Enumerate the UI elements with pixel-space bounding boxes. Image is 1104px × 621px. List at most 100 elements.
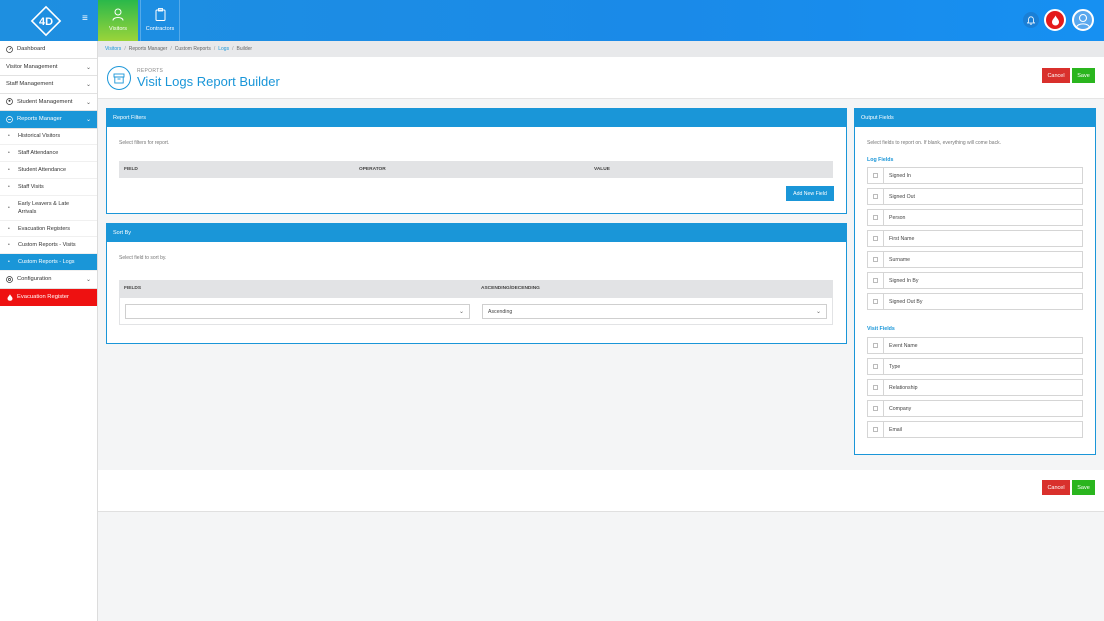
output-field-row: First Name [867,230,1083,247]
flame-icon [1051,15,1059,25]
output-field-label: Email [883,421,1083,438]
output-field-row: Type [867,358,1083,375]
output-field-row: Person [867,209,1083,226]
output-fields-hint: Select fields to report on. If blank, ev… [867,140,1001,146]
column-header-order: ASCENDING/DECENDING [481,286,540,291]
output-field-checkbox[interactable] [867,400,884,417]
sidebar-item-staff-management[interactable]: Staff Management ⌄ [0,76,97,94]
sort-order-select[interactable]: Ascending ⌄ [482,304,827,319]
breadcrumb-builder: Builder [236,46,253,52]
sidebar-subitem-student-attendance[interactable]: Student Attendance [0,162,97,179]
sort-table-header: FIELDS ASCENDING/DECENDING [119,280,833,297]
checkbox-icon [873,278,878,283]
sidebar-item-reports-manager[interactable]: Reports Manager ⌄ [0,111,97,129]
report-filters-hint: Select filters for report. [119,140,170,146]
breadcrumb-visitors[interactable]: Visitors [105,46,121,52]
top-bar: 4D ≡ Visitors Contractors [0,0,1104,41]
checkbox-icon [873,173,878,178]
chevron-down-icon: ⌄ [85,82,91,88]
sidebar-item-label: Evacuation Register [17,294,69,301]
output-field-checkbox[interactable] [867,293,884,310]
sort-field-select[interactable]: ⌄ [125,304,470,319]
tab-contractors[interactable]: Contractors [140,0,180,41]
footer-save-button[interactable]: Save [1072,480,1095,495]
output-field-checkbox[interactable] [867,421,884,438]
output-field-row: Signed Out [867,188,1083,205]
output-fields-title: Output Fields [855,109,1095,127]
sort-order-value: Ascending [488,308,513,315]
student-icon [6,98,13,106]
sidebar-item-visitor-management[interactable]: Visitor Management ⌄ [0,59,97,76]
breadcrumb-logs[interactable]: Logs [218,46,229,52]
checkbox-icon [873,343,878,348]
output-field-label: Type [883,358,1083,375]
output-field-label: First Name [883,230,1083,247]
sort-by-title: Sort By [107,224,846,242]
output-field-checkbox[interactable] [867,209,884,226]
evacuation-alert-button[interactable] [1044,9,1066,31]
menu-toggle-icon[interactable]: ≡ [82,14,88,24]
sidebar-item-configuration[interactable]: Configuration ⌄ [0,271,97,289]
user-avatar[interactable] [1072,9,1094,31]
output-field-label: Company [883,400,1083,417]
sidebar-subitem-staff-visits[interactable]: Staff Visits [0,179,97,196]
tab-visitors[interactable]: Visitors [98,0,138,41]
gear-icon [6,275,13,283]
checkbox-icon [873,385,878,390]
footer-cancel-button[interactable]: Cancel [1042,480,1070,495]
sidebar-subitem-label: Student Attendance [18,166,67,173]
sidebar-subitem-custom-reports-logs[interactable]: Custom Reports - Logs [0,254,97,272]
column-header-fields: FIELDS [124,286,142,291]
dashboard-icon [6,45,13,53]
sidebar-subitem-label: Custom Reports - Logs [18,259,75,266]
sidebar-subitem-label: Early Leavers & Late Arrivals [18,201,70,216]
page-bottom [98,512,1104,621]
bell-icon [1027,15,1035,25]
sidebar-subitem-early-leavers[interactable]: Early Leavers & Late Arrivals [0,196,97,221]
breadcrumb: Visitors / Reports Manager / Custom Repo… [98,41,1104,57]
output-field-checkbox[interactable] [867,251,884,268]
app-logo[interactable]: 4D [30,5,62,37]
sidebar-subitem-historical-visitors[interactable]: Historical Visitors [0,129,97,146]
sidebar-item-student-management[interactable]: Student Management ⌄ [0,94,97,111]
column-header-value: VALUE [594,167,610,172]
save-button[interactable]: Save [1072,68,1095,83]
checkbox-icon [873,257,878,262]
sidebar-subitem-staff-attendance[interactable]: Staff Attendance [0,145,97,163]
sidebar-item-label: Dashboard [17,46,46,53]
cancel-button[interactable]: Cancel [1042,68,1070,83]
output-field-checkbox[interactable] [867,337,884,354]
breadcrumb-reports-manager[interactable]: Reports Manager [129,46,168,52]
output-field-label: Person [883,209,1083,226]
output-field-label: Signed Out By [883,293,1083,310]
output-field-row: Event Name [867,337,1083,354]
person-icon [112,8,124,21]
checkbox-icon [873,406,878,411]
sidebar-item-evacuation-register[interactable]: Evacuation Register [0,288,97,307]
sidebar-item-dashboard[interactable]: Dashboard [0,41,97,59]
output-field-checkbox[interactable] [867,230,884,247]
logo-text: 4D [39,16,53,28]
output-field-label: Signed In [883,167,1083,184]
output-field-checkbox[interactable] [867,358,884,375]
output-field-row: Surname [867,251,1083,268]
output-field-label: Surname [883,251,1083,268]
clipboard-icon [155,8,165,21]
sidebar-subitem-label: Staff Visits [18,183,44,190]
sidebar-subitem-custom-reports-visits[interactable]: Custom Reports - Visits [0,237,97,255]
notifications-button[interactable] [1023,12,1039,28]
sidebar-subitem-evacuation-registers[interactable]: Evacuation Registers [0,221,97,238]
chevron-down-icon: ⌄ [85,117,91,123]
add-new-field-button[interactable]: Add New Field [786,186,834,201]
flame-icon [6,294,13,301]
tab-visitors-label: Visitors [109,26,127,32]
output-field-checkbox[interactable] [867,167,884,184]
sidebar-item-label: Configuration [17,276,52,283]
output-field-checkbox[interactable] [867,272,884,289]
breadcrumb-custom-reports[interactable]: Custom Reports [175,46,211,52]
column-header-field: FIELD [124,167,138,172]
sidebar-item-label: Student Management [17,98,73,105]
output-field-checkbox[interactable] [867,379,884,396]
output-field-checkbox[interactable] [867,188,884,205]
user-icon [1075,13,1091,29]
